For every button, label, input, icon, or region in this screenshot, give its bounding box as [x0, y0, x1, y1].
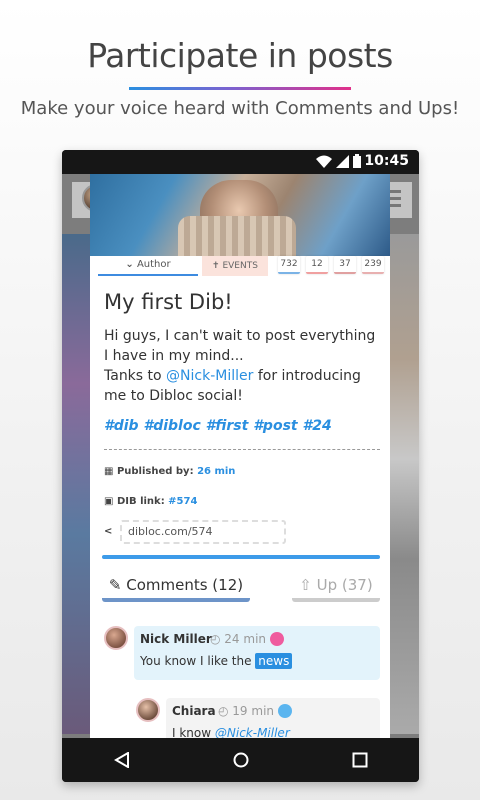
promo-underline: [129, 87, 351, 90]
stat-views[interactable]: 732: [278, 256, 300, 274]
post-tags[interactable]: #dib #dibloc #first #post #24: [104, 418, 332, 434]
app-screen: ⌄ Author ✝ EVENTS 732 12 37 239 My first…: [62, 174, 419, 738]
comment-time: ◴ 19 min: [218, 704, 275, 718]
status-time: 10:45: [364, 153, 409, 169]
tab-events[interactable]: ✝ EVENTS: [202, 256, 268, 276]
cover-scarf: [178, 216, 296, 256]
signal-icon: [336, 154, 349, 168]
comments-button[interactable]: ✎ Comments (12): [102, 572, 250, 602]
comments-label: Comments (12): [126, 576, 244, 594]
post-body-line2: Tanks to: [104, 368, 167, 384]
post-cover-image: [90, 174, 390, 256]
up-label: Up (37): [316, 576, 373, 594]
dib-link-info: ▣ DIB link: #574: [104, 496, 197, 507]
tab-author-label: Author: [136, 259, 171, 270]
comment-text-body: You know I like the: [140, 654, 256, 668]
up-button[interactable]: ⇧ Up (37): [292, 572, 380, 602]
comment-author[interactable]: Chiara: [172, 704, 216, 718]
comment-time-value: 24 min: [224, 632, 267, 646]
dib-link-label: DIB link:: [116, 496, 165, 507]
stat-ups[interactable]: 37: [334, 256, 356, 274]
tab-events-label: EVENTS: [222, 261, 258, 271]
dib-link-value[interactable]: #574: [168, 496, 197, 507]
published-info: ▦ Published by: 26 min: [104, 466, 235, 477]
comment-item: Nick Miller ◴ 24 min You know I like the…: [134, 626, 380, 680]
comment-author[interactable]: Nick Miller: [140, 632, 212, 646]
post-card: ⌄ Author ✝ EVENTS 732 12 37 239 My first…: [90, 174, 390, 738]
comment-text-body: I know: [172, 726, 215, 738]
comment-time: ◴ 24 min: [210, 632, 267, 646]
comment-mention[interactable]: @Nick-Miller: [215, 726, 290, 738]
comment-highlight[interactable]: news: [255, 653, 293, 669]
post-progress-bar: [102, 555, 380, 559]
post-body-line1: Hi guys, I can't wait to post everything…: [104, 328, 376, 364]
share-icon: <: [104, 526, 113, 537]
published-label: Published by:: [116, 466, 194, 477]
chevron-down-icon: ⌄: [125, 259, 134, 270]
post-title: My first Dib!: [104, 290, 233, 314]
post-mention-link[interactable]: @Nick-Miller: [166, 368, 253, 384]
comment-text: I know @Nick-Miller: [172, 726, 290, 738]
stat-shares[interactable]: 239: [362, 256, 384, 274]
status-bar: 10:45: [62, 150, 419, 174]
emoji-badge-icon: [270, 632, 284, 646]
battery-icon: [353, 154, 361, 168]
comment-item: Chiara ◴ 19 min I know @Nick-Miller: [166, 698, 380, 738]
recents-icon[interactable]: [352, 752, 368, 768]
arrow-up-icon: ⇧: [299, 576, 312, 594]
calendar-icon: ▦: [104, 466, 114, 477]
home-icon[interactable]: [233, 752, 249, 768]
post-tab-row: ⌄ Author ✝ EVENTS 732 12 37 239: [96, 256, 384, 278]
nav-bar: [62, 738, 419, 782]
wifi-icon: [316, 155, 332, 168]
emoji-badge-icon: [278, 704, 292, 718]
share-url-field[interactable]: dibloc.com/574: [120, 520, 286, 544]
background-image-left: [62, 234, 90, 734]
comment-text: You know I like the news: [140, 653, 293, 669]
background-image-right: [390, 234, 419, 734]
phone-frame: 10:45 ⌄ Author ✝ EVENTS 732 12 37 239 My…: [62, 150, 419, 782]
person-icon: ✝: [212, 261, 220, 271]
image-icon: ▣: [104, 496, 114, 507]
comments-icon: ✎: [108, 576, 122, 594]
back-icon[interactable]: [113, 752, 130, 768]
stat-comments[interactable]: 12: [306, 256, 328, 274]
status-icons: [316, 154, 361, 168]
promo-title: Participate in posts: [87, 36, 393, 75]
comment-avatar[interactable]: [104, 626, 128, 650]
comment-avatar[interactable]: [136, 698, 160, 722]
comment-time-value: 19 min: [232, 704, 275, 718]
published-value: 26 min: [197, 466, 236, 477]
post-body: Hi guys, I can't wait to post everything…: [104, 326, 382, 406]
divider: [104, 449, 380, 450]
promo-subtitle: Make your voice heard with Comments and …: [20, 98, 460, 119]
tab-author[interactable]: ⌄ Author: [98, 256, 198, 276]
